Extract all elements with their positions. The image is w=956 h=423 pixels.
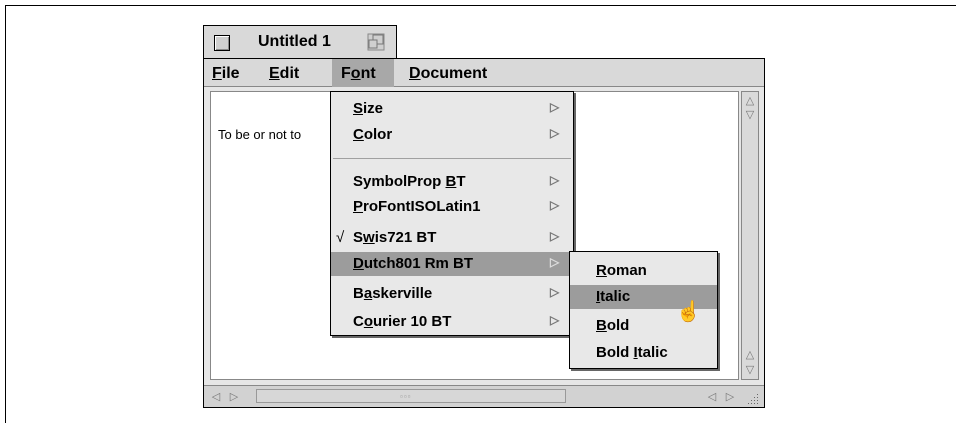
menu-item-baskerville[interactable]: Baskerville ▷: [331, 282, 573, 306]
menu-item-color[interactable]: Color ▷: [331, 123, 573, 147]
scroll-track[interactable]: ▫▫▫: [256, 389, 566, 403]
scroll-thumb-grip[interactable]: ▫▫▫: [400, 392, 412, 401]
figure-border-top: [5, 5, 956, 6]
submenu-arrow-icon: ▷: [550, 173, 560, 187]
menu-document[interactable]: Document: [409, 65, 487, 83]
scroll-down-icon[interactable]: ▽: [742, 363, 758, 377]
figure-border-left: [5, 5, 6, 423]
menu-item-swis721[interactable]: √ Swis721 BT ▷: [331, 226, 573, 250]
submenu-arrow-icon: ▷: [550, 100, 560, 114]
submenu-arrow-icon: ▷: [550, 313, 560, 327]
menu-item-size[interactable]: Size ▷: [331, 97, 573, 121]
scroll-up-icon[interactable]: △: [742, 348, 758, 362]
scroll-right-icon[interactable]: ▷: [226, 390, 242, 404]
menu-item-profont[interactable]: ProFontISOLatin1 ▷: [331, 195, 573, 219]
resize-grip-icon[interactable]: [746, 391, 760, 405]
menu-edit[interactable]: Edit: [269, 65, 299, 83]
scroll-left-icon[interactable]: ◁: [704, 390, 720, 404]
style-submenu: Roman Italic Bold Bold Italic ☝: [569, 251, 718, 369]
document-text: To be or not to: [218, 127, 302, 142]
menu-item-symbolprop[interactable]: SymbolProp BT ▷: [331, 170, 573, 194]
scroll-down-icon[interactable]: ▽: [742, 108, 758, 122]
scroll-right-icon[interactable]: ▷: [722, 390, 738, 404]
window-title: Untitled 1: [258, 33, 331, 50]
menu-file[interactable]: File: [212, 65, 240, 83]
menu-separator: [333, 158, 571, 159]
vertical-scrollbar[interactable]: △ ▽ △ ▽: [741, 91, 759, 380]
menu-item-courier10[interactable]: Courier 10 BT ▷: [331, 310, 573, 334]
checkmark-icon: √: [336, 229, 345, 246]
submenu-arrow-icon: ▷: [550, 285, 560, 299]
scroll-left-icon[interactable]: ◁: [208, 390, 224, 404]
zoom-box-icon[interactable]: [367, 33, 385, 51]
close-box-icon[interactable]: [214, 35, 230, 51]
hand-cursor-icon: ☝: [676, 301, 701, 323]
submenu-arrow-icon: ▷: [550, 255, 560, 269]
window-title-tab[interactable]: Untitled 1: [203, 25, 397, 59]
menu-item-roman[interactable]: Roman: [570, 259, 717, 283]
submenu-arrow-icon: ▷: [550, 126, 560, 140]
menu-bar: File Edit Font Document: [204, 59, 764, 87]
font-menu: Size ▷ Color ▷ SymbolProp BT ▷ ProFontIS…: [330, 91, 574, 336]
menu-item-dutch801[interactable]: Dutch801 Rm BT ▷: [331, 252, 573, 276]
menu-item-bold-italic[interactable]: Bold Italic: [570, 341, 717, 365]
scroll-up-icon[interactable]: △: [742, 94, 758, 108]
horizontal-scrollbar[interactable]: ◁ ▷ ▫▫▫ ◁ ▷: [204, 385, 764, 407]
submenu-arrow-icon: ▷: [550, 229, 560, 243]
submenu-arrow-icon: ▷: [550, 198, 560, 212]
menu-font[interactable]: Font: [341, 65, 376, 83]
